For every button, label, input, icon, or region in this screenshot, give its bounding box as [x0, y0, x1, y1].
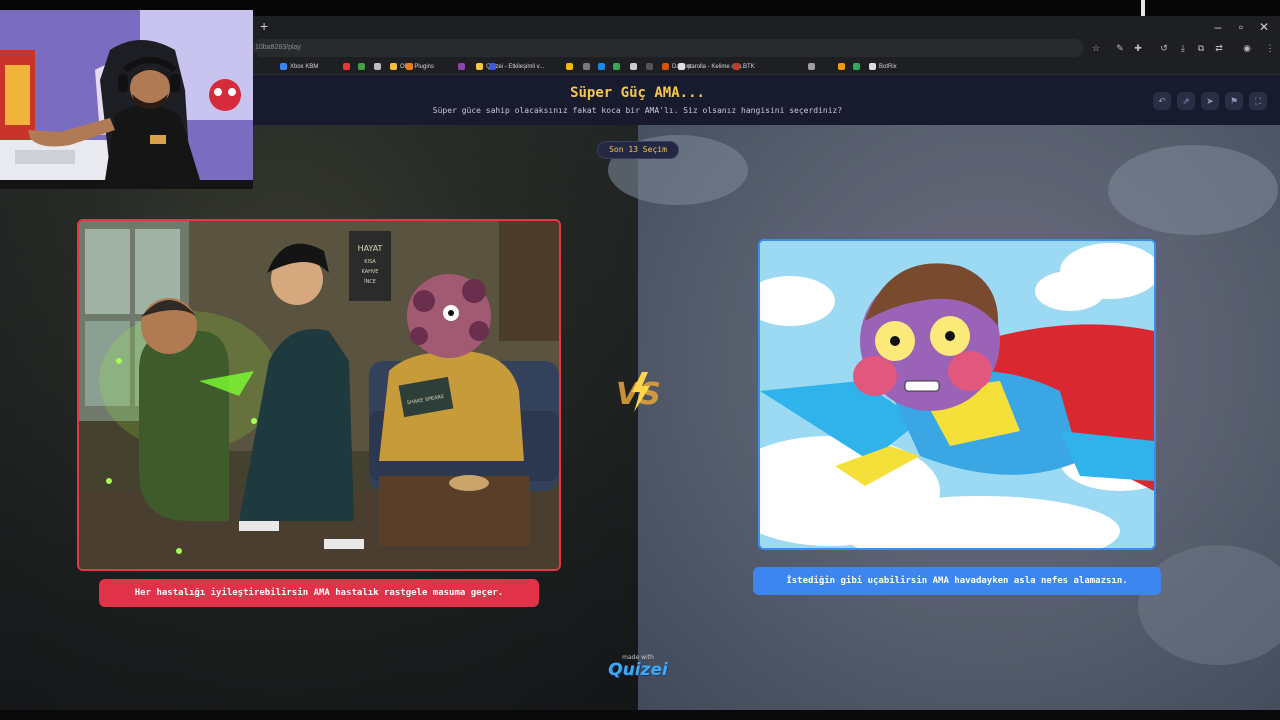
bookmark-favicon-icon	[869, 63, 876, 70]
bookmark-favicon-icon	[476, 63, 483, 70]
bookmark-item[interactable]: BotRix	[869, 61, 897, 72]
option-right-image[interactable]	[758, 239, 1156, 550]
scroll-marker	[1141, 0, 1145, 16]
bookmark-favicon-icon	[390, 63, 397, 70]
streamer-camera-feed	[0, 10, 253, 189]
url-field[interactable]: 10ba8283/play	[253, 39, 1083, 57]
profile-icon[interactable]: ◉	[1241, 42, 1253, 54]
bookmark-favicon-icon	[489, 63, 496, 70]
bookmark-item[interactable]	[613, 61, 620, 72]
bookmark-favicon-icon	[853, 63, 860, 70]
bookmark-item[interactable]	[374, 61, 381, 72]
bookmark-item[interactable]	[489, 61, 496, 72]
versus-emblem: VS	[616, 372, 661, 412]
undo-icon[interactable]: ↶	[1153, 92, 1171, 110]
bookmark-favicon-icon	[838, 63, 845, 70]
poster-line-4: İNCE	[364, 278, 376, 285]
quizei-logo: Quizei	[608, 660, 668, 680]
bookmark-favicon-icon	[583, 63, 590, 70]
bookmark-item[interactable]	[630, 61, 637, 72]
minimize-button[interactable]: –	[1208, 19, 1228, 35]
option-left-caption[interactable]: Her hastalığı iyileştirebilirsin AMA has…	[99, 579, 539, 607]
maximize-button[interactable]: ▫	[1231, 19, 1251, 35]
bookmark-favicon-icon	[630, 63, 637, 70]
bookmark-item[interactable]: Xbox KBM	[280, 61, 318, 72]
bookmark-label: BTK	[743, 63, 755, 70]
bookmark-favicon-icon	[662, 63, 669, 70]
bookmark-item[interactable]	[853, 61, 860, 72]
menu-icon[interactable]: ⋮	[1264, 42, 1276, 54]
poster-line-3: KAHVE	[362, 269, 379, 275]
fullscreen-icon[interactable]: ⛶	[1249, 92, 1267, 110]
bookmark-item[interactable]	[808, 61, 815, 72]
bookmark-favicon-icon	[458, 63, 465, 70]
pen-icon[interactable]: ✎	[1114, 42, 1126, 54]
bookmark-item[interactable]	[598, 61, 605, 72]
recent-choices-badge[interactable]: Son 13 Seçim	[597, 141, 679, 159]
bookmark-item[interactable]: BTK	[733, 61, 755, 72]
translate-icon[interactable]: ⇄	[1213, 42, 1225, 54]
poster-line-2: KISA	[364, 259, 376, 265]
bookmark-favicon-icon	[733, 63, 740, 70]
bookmark-favicon-icon	[613, 63, 620, 70]
flyer-illustration	[760, 241, 1154, 548]
option-left-image[interactable]: HAYAT KISA KAHVE İNCE SHAKE SPEARE	[77, 219, 561, 571]
bottom-strip	[0, 710, 1280, 720]
bookmark-favicon-icon	[280, 63, 287, 70]
poster-line-1: HAYAT	[358, 244, 383, 253]
bookmark-favicon-icon	[566, 63, 573, 70]
webcam-frame-bottom	[0, 180, 253, 189]
bookmark-favicon-icon	[678, 63, 685, 70]
made-with-badge[interactable]: made with Quizei	[606, 654, 670, 679]
history-icon[interactable]: ↺	[1158, 42, 1170, 54]
bookmark-favicon-icon	[808, 63, 815, 70]
bookmark-favicon-icon	[406, 63, 413, 70]
bookmark-favicon-icon	[343, 63, 350, 70]
bookmark-favicon-icon	[598, 63, 605, 70]
url-text: 10ba8283/play	[255, 44, 301, 51]
bookmark-favicon-icon	[358, 63, 365, 70]
bookmark-favicon-icon	[646, 63, 653, 70]
send-icon[interactable]: ➤	[1201, 92, 1219, 110]
bookmark-item[interactable]	[583, 61, 590, 72]
bookmark-item[interactable]	[838, 61, 845, 72]
flag-icon[interactable]: ⚑	[1225, 92, 1243, 110]
bookmark-item[interactable]	[566, 61, 573, 72]
bookmark-item[interactable]	[458, 61, 465, 72]
bookmark-favicon-icon	[374, 63, 381, 70]
bookmark-item[interactable]	[406, 61, 413, 72]
new-tab-button[interactable]: +	[260, 18, 268, 34]
download-icon[interactable]: ⤓	[1177, 42, 1189, 54]
option-right-caption[interactable]: İstediğin gibi uçabilirsin AMA havadayke…	[753, 567, 1161, 595]
share-icon[interactable]: ⇗	[1177, 92, 1195, 110]
bookmark-item[interactable]	[343, 61, 350, 72]
bookmark-label: Xbox KBM	[290, 63, 319, 70]
extensions-icon[interactable]: ✚	[1132, 42, 1144, 54]
bookmark-label: BotRix	[879, 63, 897, 70]
bookmark-star-icon[interactable]: ☆	[1090, 42, 1102, 54]
webcam-overlay	[0, 10, 253, 189]
bookmark-item[interactable]	[646, 61, 653, 72]
close-window-button[interactable]: ✕	[1254, 19, 1274, 35]
screenshot-icon[interactable]: ⧉	[1195, 42, 1207, 54]
bookmark-item[interactable]	[358, 61, 365, 72]
bookmark-item[interactable]: Quizei - Etkileşimli v...	[476, 61, 544, 72]
healer-illustration: HAYAT KISA KAHVE İNCE SHAKE SPEARE	[79, 221, 559, 569]
